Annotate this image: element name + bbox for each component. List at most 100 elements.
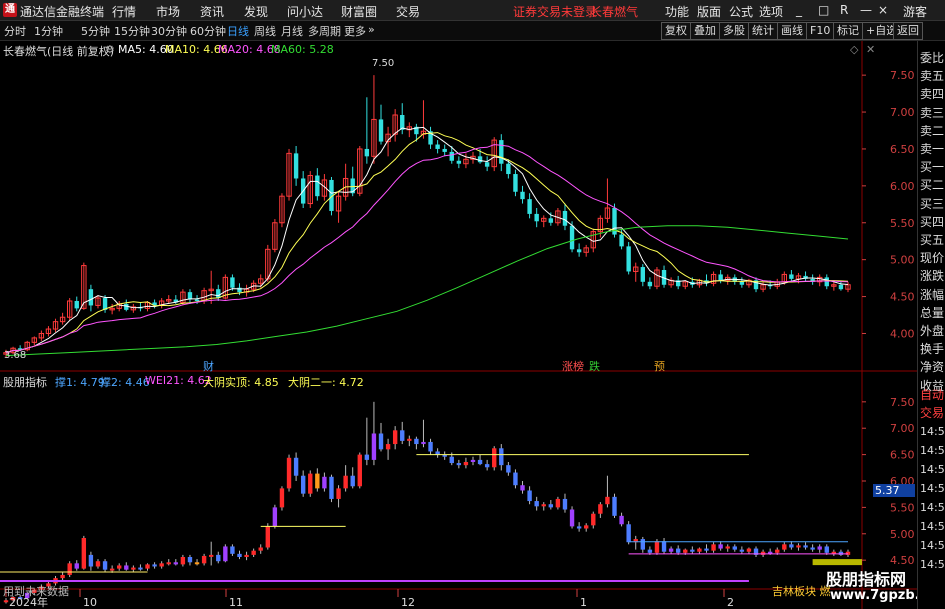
indicator-block [279, 488, 285, 508]
menu-market[interactable]: 市场 [156, 3, 180, 20]
more-arrow-icon[interactable]: » [368, 23, 375, 36]
x-tick-label: 1 [580, 596, 587, 609]
sub-quote-field-1[interactable]: 交易 [920, 404, 945, 421]
indicator-block [520, 485, 525, 491]
quote-field-17: 净资 [920, 360, 945, 375]
period-15min[interactable]: 15分钟 [114, 23, 150, 39]
support-zone [812, 559, 862, 566]
marker-finance[interactable]: 财 [203, 358, 214, 374]
indicator-block [456, 463, 462, 466]
marker-drop[interactable]: 跌 [589, 358, 600, 374]
candle-body [293, 153, 299, 179]
indicator-block [308, 473, 313, 494]
menu-discover[interactable]: 发现 [244, 3, 268, 20]
menu-trade[interactable]: 交易 [396, 3, 420, 20]
indicator-block [223, 546, 228, 562]
period-weekly[interactable]: 周线 [254, 23, 276, 39]
indicator-block [683, 549, 688, 553]
menu-layout[interactable]: 版面 [697, 3, 721, 20]
period-monthly[interactable]: 月线 [281, 23, 303, 39]
ma10-line [5, 132, 849, 354]
dash-icon[interactable]: — [860, 3, 872, 17]
indicator-block [513, 472, 518, 486]
back-button[interactable]: 返回 [893, 22, 923, 40]
main-y-tick-label: 7.50 [890, 69, 915, 82]
candle-body [739, 281, 745, 285]
indicator-block [555, 498, 561, 508]
indicator-block [293, 457, 299, 476]
indicator-block [704, 548, 709, 551]
sub-quote-field-0[interactable]: 自动 [920, 386, 945, 403]
indicator-block [329, 476, 334, 499]
candle-body [647, 281, 653, 287]
indicator-block [647, 549, 653, 553]
overlay-button[interactable]: 叠加 [690, 22, 720, 40]
indicator-block [711, 544, 716, 551]
watermark-title: 股朋指标网 [826, 570, 907, 589]
multi-stock-button[interactable]: 多股 [719, 22, 749, 40]
menu-function[interactable]: 功能 [665, 3, 689, 20]
indicator-block [152, 564, 157, 567]
mark-button[interactable]: 标记 [833, 22, 863, 40]
sub-y-tick-label: 7.00 [890, 422, 915, 435]
indicator-block [569, 509, 575, 527]
period-5min[interactable]: 5分钟 [81, 23, 110, 39]
menu-formula[interactable]: 公式 [729, 3, 753, 20]
indicator-block [173, 562, 179, 565]
refresh-icon[interactable]: R [840, 3, 848, 17]
indicator-block [838, 551, 844, 555]
quote-field-7: 买二 [920, 178, 945, 193]
menu-ask[interactable]: 问小达 [287, 3, 323, 20]
sector-label[interactable]: 吉林板块 燃 [772, 583, 831, 599]
menu-wealth[interactable]: 财富圈 [341, 3, 377, 20]
candle-body [74, 301, 79, 309]
indicator-block [492, 448, 497, 468]
login-warning[interactable]: 证券交易未登录 [513, 3, 597, 20]
indicator-block [67, 563, 72, 575]
candle-body [124, 303, 129, 310]
trade-time-3: 14:56 [920, 482, 945, 495]
indicator-block [640, 539, 646, 550]
ma60-line [5, 225, 849, 357]
period-30min[interactable]: 30分钟 [151, 23, 187, 39]
main-y-tick-label: 4.00 [890, 327, 915, 340]
guest-label[interactable]: 游客 [903, 3, 927, 20]
restore-icon[interactable]: □ [818, 3, 829, 17]
indicator-block [796, 545, 801, 548]
indicator-block [541, 504, 546, 507]
candle-body [484, 162, 490, 167]
chart-canvas[interactable]: 7.50 7.00 6.50 6.00 5.50 5.00 4.50 4.00 7.50 7.00… [0, 41, 917, 609]
indicator-block [364, 454, 370, 460]
minimize-icon[interactable]: _ [796, 3, 802, 17]
close-icon[interactable]: × [878, 3, 888, 17]
price-tag: 5.37 [873, 484, 915, 497]
menu-news[interactable]: 资讯 [200, 3, 224, 20]
period-60min[interactable]: 60分钟 [190, 23, 226, 39]
stats-button[interactable]: 统计 [748, 22, 778, 40]
menu-quotes[interactable]: 行情 [112, 3, 136, 20]
quote-field-11: 现价 [920, 251, 945, 266]
indicator-block [605, 496, 610, 505]
indicator-block [421, 441, 426, 445]
menu-options[interactable]: 选项 [759, 3, 783, 20]
candle-body [520, 191, 525, 200]
draw-button[interactable]: 画线 [777, 22, 807, 40]
period-timeshare[interactable]: 分时 [4, 23, 26, 39]
main-y-tick-label: 5.00 [890, 254, 915, 267]
period-more[interactable]: 更多 [344, 23, 366, 39]
indicator-block [357, 454, 362, 487]
adjust-button[interactable]: 复权 [661, 22, 691, 40]
candle-body [576, 249, 582, 253]
indicator-block [414, 438, 419, 445]
marker-forecast[interactable]: 预 [654, 358, 665, 374]
marker-rise-list[interactable]: 涨榜 [562, 358, 584, 374]
period-daily[interactable]: 日线 [227, 23, 249, 39]
indicator-block [760, 551, 766, 555]
indicator-block [619, 515, 624, 525]
period-1min[interactable]: 1分钟 [34, 23, 63, 39]
period-multi[interactable]: 多周期 [308, 23, 341, 39]
indicator-block [81, 538, 87, 569]
candle-body [626, 246, 631, 272]
candle-body [527, 199, 532, 214]
f10-button[interactable]: F10 [806, 22, 835, 40]
